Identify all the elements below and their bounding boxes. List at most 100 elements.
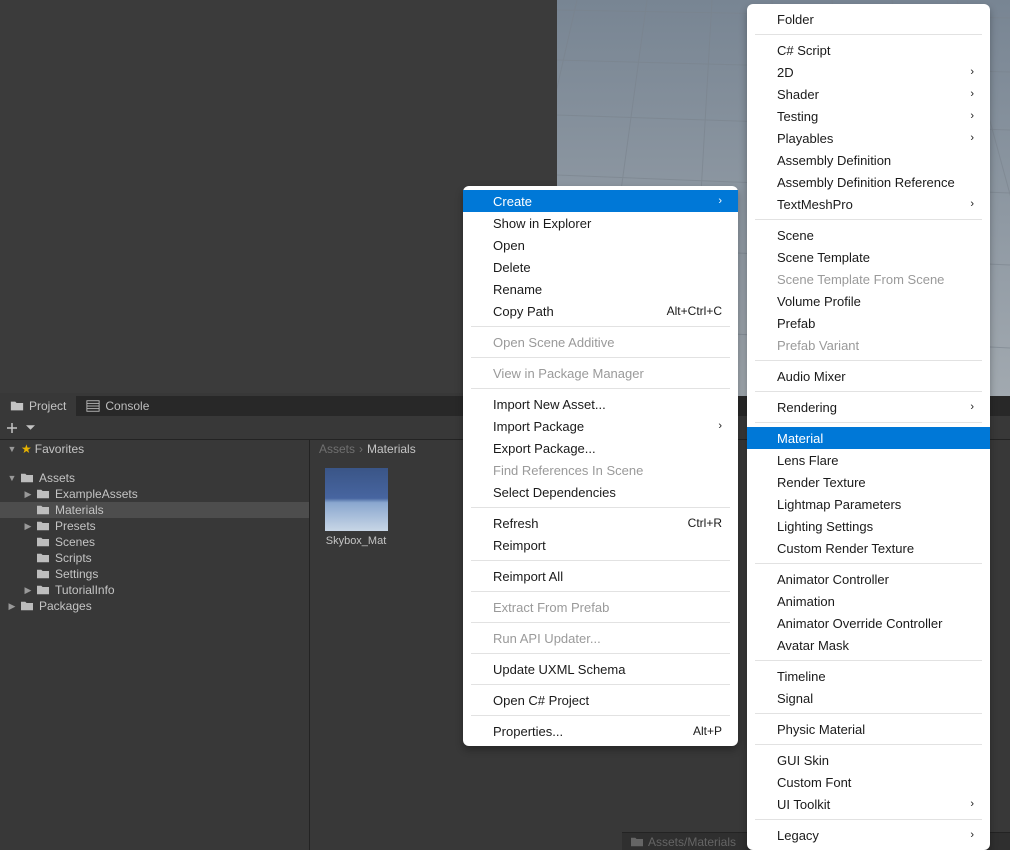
tab-project[interactable]: Project — [0, 396, 76, 416]
menu-item[interactable]: Import Package› — [463, 415, 738, 437]
menu-item[interactable]: TextMeshPro› — [747, 193, 990, 215]
menu-item[interactable]: Create› — [463, 190, 738, 212]
menu-item[interactable]: Lens Flare — [747, 449, 990, 471]
tree-row[interactable]: ▶Packages — [0, 598, 309, 614]
tree-row[interactable]: ▶TutorialInfo — [0, 582, 309, 598]
tree-arrow: ▶ — [22, 489, 34, 500]
tree-row[interactable]: ▼Assets — [0, 470, 309, 486]
context-menu[interactable]: Create›Show in ExplorerOpenDeleteRenameC… — [463, 186, 738, 746]
menu-item[interactable]: Custom Font — [747, 771, 990, 793]
menu-item-label: Scene Template From Scene — [777, 272, 944, 287]
menu-item[interactable]: 2D› — [747, 61, 990, 83]
menu-separator — [755, 713, 982, 714]
menu-item[interactable]: Render Texture — [747, 471, 990, 493]
menu-item[interactable]: Select Dependencies — [463, 481, 738, 503]
menu-item-label: GUI Skin — [777, 753, 829, 768]
menu-item[interactable]: Shader› — [747, 83, 990, 105]
tree-item-label: ExampleAssets — [55, 487, 138, 501]
menu-item[interactable]: Reimport All — [463, 565, 738, 587]
menu-item[interactable]: Assembly Definition Reference — [747, 171, 990, 193]
menu-item[interactable]: Open — [463, 234, 738, 256]
menu-item[interactable]: Custom Render Texture — [747, 537, 990, 559]
breadcrumb-root[interactable]: Assets — [319, 442, 355, 456]
menu-item-label: Timeline — [777, 669, 826, 684]
tab-console-label: Console — [105, 399, 149, 413]
favorites-label: Favorites — [35, 442, 84, 456]
menu-item-label: Import New Asset... — [493, 397, 606, 412]
tree-row[interactable]: Settings — [0, 566, 309, 582]
menu-item[interactable]: UI Toolkit › — [747, 793, 990, 815]
menu-item[interactable]: Animation — [747, 590, 990, 612]
menu-item-label: Lighting Settings — [777, 519, 873, 534]
menu-item[interactable]: Prefab — [747, 312, 990, 334]
menu-item-label: Create — [493, 194, 532, 209]
tree-row[interactable]: ▶ ExampleAssets — [0, 486, 309, 502]
menu-separator — [755, 819, 982, 820]
menu-item[interactable]: Open C# Project — [463, 689, 738, 711]
tree-row[interactable]: ▶Presets — [0, 518, 309, 534]
menu-item[interactable]: Testing› — [747, 105, 990, 127]
folder-icon — [10, 399, 24, 413]
create-submenu[interactable]: Folder C# Script2D›Shader›Testing›Playabl… — [747, 4, 990, 850]
menu-item[interactable]: Copy PathAlt+Ctrl+C — [463, 300, 738, 322]
tree-item-label: Scenes — [55, 535, 95, 549]
menu-item[interactable]: Import New Asset... — [463, 393, 738, 415]
menu-item[interactable]: Signal — [747, 687, 990, 709]
menu-item[interactable]: Animator Controller — [747, 568, 990, 590]
menu-item-label: Lens Flare — [777, 453, 838, 468]
menu-item[interactable]: Lighting Settings — [747, 515, 990, 537]
menu-item[interactable]: GUI Skin — [747, 749, 990, 771]
menu-item-label: View in Package Manager — [493, 366, 644, 381]
menu-item[interactable]: Scene — [747, 224, 990, 246]
menu-item[interactable]: Reimport — [463, 534, 738, 556]
tab-console[interactable]: Console — [76, 396, 159, 416]
plus-icon — [5, 421, 19, 435]
menu-item[interactable]: Legacy› — [747, 824, 990, 846]
menu-item-label: Import Package — [493, 419, 584, 434]
menu-item-label: Run API Updater... — [493, 631, 601, 646]
menu-item[interactable]: Properties...Alt+P — [463, 720, 738, 742]
menu-separator — [755, 744, 982, 745]
menu-separator — [755, 660, 982, 661]
breadcrumb-current[interactable]: Materials — [367, 442, 416, 456]
statusbar-path: Assets/Materials — [648, 835, 736, 849]
menu-item[interactable]: Playables› — [747, 127, 990, 149]
menu-item[interactable]: Volume Profile — [747, 290, 990, 312]
asset-item[interactable]: Skybox_Mat — [321, 468, 391, 547]
menu-shortcut: Ctrl+R — [658, 516, 722, 530]
menu-item[interactable]: Update UXML Schema — [463, 658, 738, 680]
star-icon: ★ — [21, 442, 32, 456]
add-button[interactable] — [4, 420, 20, 436]
menu-item[interactable]: Scene Template — [747, 246, 990, 268]
menu-item[interactable]: Avatar Mask — [747, 634, 990, 656]
menu-item[interactable]: Animator Override Controller — [747, 612, 990, 634]
menu-item[interactable]: Export Package... — [463, 437, 738, 459]
menu-item[interactable]: Timeline — [747, 665, 990, 687]
menu-item[interactable]: Folder — [747, 8, 990, 30]
tree-row[interactable]: Scenes — [0, 534, 309, 550]
menu-separator — [755, 391, 982, 392]
menu-item[interactable]: Rendering› — [747, 396, 990, 418]
menu-item-label: Open C# Project — [493, 693, 589, 708]
tree-item-label: Assets — [39, 471, 75, 485]
menu-item-label: Signal — [777, 691, 813, 706]
menu-item[interactable]: Audio Mixer — [747, 365, 990, 387]
menu-item[interactable]: Lightmap Parameters — [747, 493, 990, 515]
menu-item[interactable]: Rename — [463, 278, 738, 300]
menu-item[interactable]: Assembly Definition — [747, 149, 990, 171]
tree-arrow: ▶ — [6, 601, 18, 612]
menu-item-label: UI Toolkit — [777, 797, 830, 812]
menu-item[interactable]: C# Script — [747, 39, 990, 61]
menu-item[interactable]: Delete — [463, 256, 738, 278]
menu-item-label: Scene Template — [777, 250, 870, 265]
menu-item[interactable]: Physic Material — [747, 718, 990, 740]
tree-row[interactable]: Scripts — [0, 550, 309, 566]
folder-icon — [36, 552, 50, 564]
dropdown-button[interactable] — [22, 420, 38, 436]
favorites-header[interactable]: ▼ ★ Favorites — [0, 440, 309, 458]
menu-item[interactable]: RefreshCtrl+R — [463, 512, 738, 534]
menu-item[interactable]: Material — [747, 427, 990, 449]
menu-item[interactable]: Show in Explorer — [463, 212, 738, 234]
tree-row[interactable]: Materials — [0, 502, 309, 518]
chevron-right-icon: › — [940, 798, 974, 810]
